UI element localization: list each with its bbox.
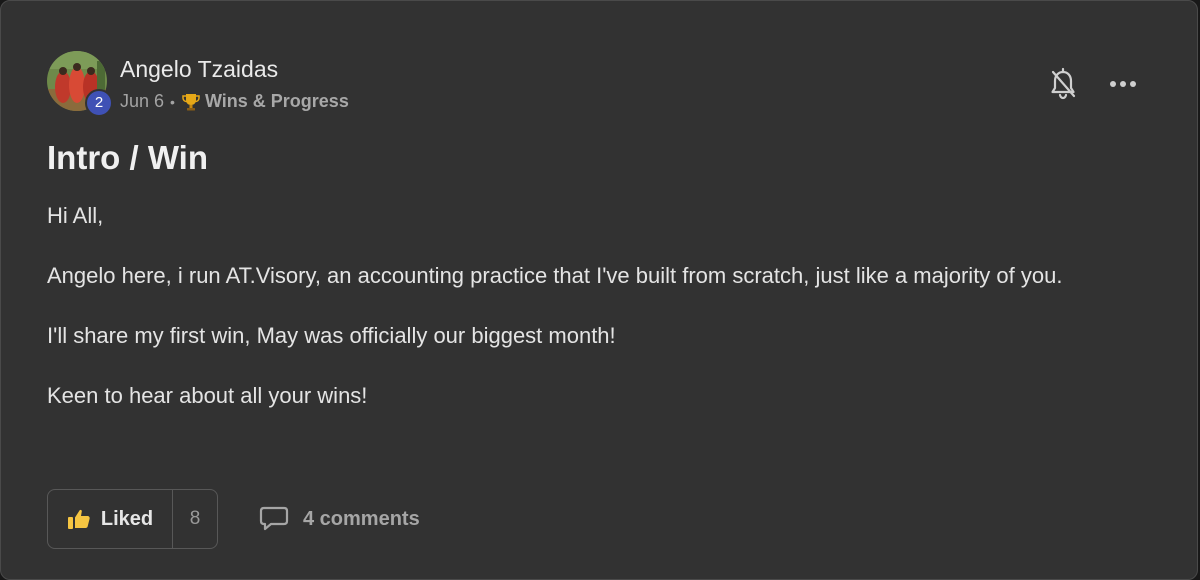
thumbs-up-icon xyxy=(67,509,90,529)
comment-icon xyxy=(259,506,289,531)
comments-label: 4 comments xyxy=(303,507,420,530)
post-body: Hi All, Angelo here, i run AT.Visory, an… xyxy=(47,197,1157,437)
post-paragraph: Keen to hear about all your wins! xyxy=(47,383,368,408)
like-control: Liked 8 xyxy=(47,489,218,549)
post-category[interactable]: Wins & Progress xyxy=(205,91,349,112)
post-paragraph: I'll share my first win, May was officia… xyxy=(47,323,616,348)
comments-button[interactable]: 4 comments xyxy=(259,501,420,537)
author-name[interactable]: Angelo Tzaidas xyxy=(120,56,278,83)
post-title: Intro / Win xyxy=(47,139,209,176)
bell-off-icon[interactable] xyxy=(1047,67,1079,101)
post-meta: Jun 6 • Wins & Progress xyxy=(120,91,349,112)
like-count[interactable]: 8 xyxy=(173,490,217,548)
like-label: Liked xyxy=(100,507,154,530)
post-paragraph: Angelo here, i run AT.Visory, an account… xyxy=(47,263,1063,288)
trophy-icon xyxy=(182,93,200,110)
level-badge: 2 xyxy=(85,89,113,117)
post-date[interactable]: Jun 6 xyxy=(120,91,164,112)
post-paragraph: Hi All, xyxy=(47,203,104,228)
more-horizontal-icon[interactable] xyxy=(1105,71,1141,97)
post-card: 2 Angelo Tzaidas Jun 6 • Wins & Progress… xyxy=(0,0,1198,580)
meta-separator: • xyxy=(170,93,175,110)
like-button[interactable]: Liked xyxy=(48,490,173,548)
